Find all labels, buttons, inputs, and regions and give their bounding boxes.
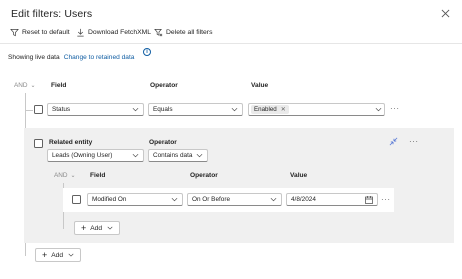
chevron-down-icon [270,197,277,202]
inner-add-button[interactable]: + Add [74,221,120,235]
add-label: Add [51,251,63,259]
chevron-down-icon [196,153,203,158]
toolbar-divider [0,43,462,44]
row-checkbox[interactable] [34,105,43,114]
chevron-down-icon [231,107,238,112]
tag-label: Enabled [254,106,277,113]
chevron-down-icon [171,197,178,202]
chevron-down-icon [132,153,139,158]
download-fetchxml-button[interactable]: Download FetchXML [76,27,151,37]
plus-icon: + [42,249,48,260]
close-icon[interactable] [440,9,450,19]
related-entity-value: Leads (Owning User) [52,152,113,159]
panel-title: Edit filters: Users [11,8,93,20]
inner-add-label: Add [90,224,102,232]
download-icon [77,28,84,36]
related-operator-select[interactable]: Contains data [148,149,208,162]
remove-tag-icon[interactable]: ✕ [281,106,286,113]
field-select-status[interactable]: Status [47,103,144,116]
live-data-text: Showing live data [8,54,60,61]
value-select[interactable]: Enabled ✕ [248,103,385,116]
operator-value: Equals [153,106,173,113]
inner-and-group-toggle[interactable]: AND ⌄ [54,172,76,179]
info-icon[interactable]: i [143,48,151,56]
value-header: Value [251,82,269,89]
related-operator-value: Contains data [153,152,193,159]
plus-icon: + [81,222,87,233]
related-entity-select[interactable]: Leads (Owning User) [47,149,144,162]
and-label: AND [14,82,28,89]
inner-date-input[interactable]: 4/8/2024 [286,193,378,206]
operator-header: Operator [150,82,178,89]
chevron-down-icon [107,226,113,230]
delete-filter-icon [154,28,163,36]
inner-field-value: Modified On [92,196,127,203]
field-header: Field [51,82,67,89]
reset-label: Reset to default [22,28,70,36]
related-operator-label: Operator [149,139,177,146]
row-more-icon[interactable]: ··· [390,105,400,113]
field-value: Status [52,106,71,113]
inner-date-value: 4/8/2024 [291,196,316,203]
inner-operator-header: Operator [190,172,218,179]
reset-filter-icon [10,28,19,36]
delete-label: Delete all filters [166,28,213,36]
add-button[interactable]: + Add [35,248,81,262]
chevron-down-icon [132,107,139,112]
value-tag-enabled: Enabled ✕ [251,105,289,114]
live-data-status: Showing live data Change to retained dat… [8,54,134,61]
related-checkbox[interactable] [34,139,43,148]
inner-field-select[interactable]: Modified On [87,193,183,206]
collapse-icon[interactable] [389,137,398,146]
inner-operator-select[interactable]: On Or Before [187,193,282,206]
inner-value-header: Value [290,172,308,179]
chevron-down-icon: ⌄ [70,173,76,179]
inner-row-more-icon[interactable]: ··· [381,196,391,204]
reset-to-default-button[interactable]: Reset to default [10,27,70,37]
inner-and-label: AND [54,172,68,179]
inner-field-header: Field [90,172,106,179]
inner-operator-value: On Or Before [192,196,231,203]
chevron-down-icon: ⌄ [30,83,36,89]
delete-all-filters-button[interactable]: Delete all filters [154,27,212,37]
change-to-retained-link[interactable]: Change to retained data [64,54,135,61]
operator-select-equals[interactable]: Equals [148,103,243,116]
related-more-icon[interactable]: ··· [409,138,419,146]
tree-branch [25,110,33,111]
inner-row-checkbox[interactable] [72,195,81,204]
chevron-down-icon [375,107,382,112]
calendar-icon[interactable] [365,195,373,204]
download-label: Download FetchXML [88,28,152,36]
and-group-toggle[interactable]: AND ⌄ [14,82,36,89]
chevron-down-icon [68,253,74,257]
related-entity-label: Related entity [49,139,93,146]
